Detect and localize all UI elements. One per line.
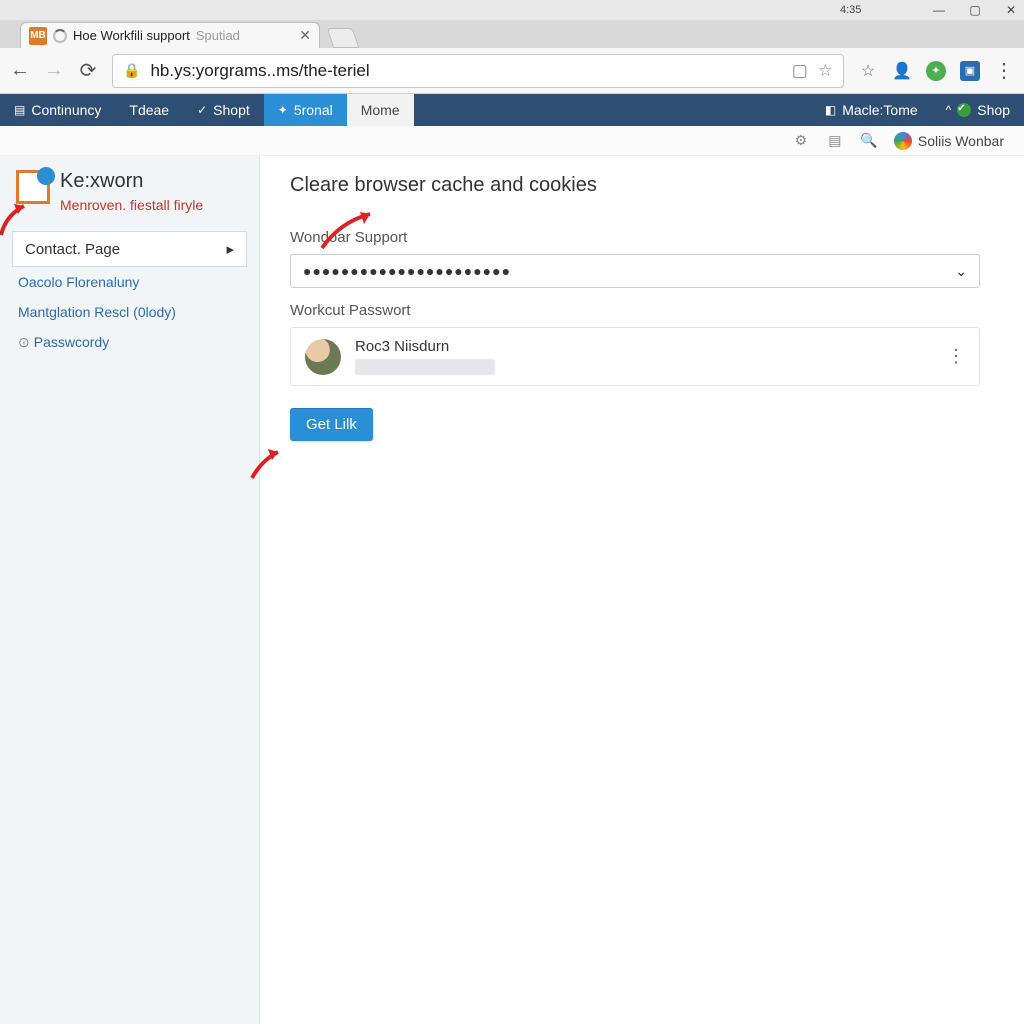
sidebar-link-oacolo[interactable]: Oacolo Florenaluny [0, 267, 259, 297]
tab-close-button[interactable]: ✕ [299, 27, 311, 44]
field-label-support: Wondoar Support [290, 229, 994, 246]
field-label-password: Workcut Passwort [290, 302, 994, 319]
nav-item-macletome[interactable]: ◧ Macle:Tome [811, 94, 932, 126]
browser-tab[interactable]: MB Hoe Workfili support Sputiad ✕ [20, 22, 320, 48]
check-icon: ✓ [197, 103, 207, 117]
main-content: Cleare browser cache and cookies Wondoar… [260, 156, 1024, 1024]
brand-logo-icon [16, 170, 50, 204]
chevron-right-icon: ▸ [226, 240, 234, 258]
gear-icon[interactable]: ⚙ [792, 132, 810, 150]
brand-title: Ke:xworn [60, 170, 203, 193]
avatar [305, 339, 341, 375]
bookmark-icon[interactable]: ☆ [858, 61, 878, 81]
user-card[interactable]: Roc3 Niisdurn ⋮ [290, 327, 980, 386]
nav-item-shop[interactable]: ^ ✔ Shop [932, 94, 1024, 126]
user-avatar-icon [894, 132, 912, 150]
sidebar-category-label: Contact. Page [25, 241, 120, 258]
nav-label: Mome [361, 102, 400, 118]
nav-label: Shopt [213, 102, 250, 118]
app-header: ⚙ ▤ 🔍 Soliis Wonbar [0, 126, 1024, 156]
sidebar-link-label: Passwcordy [34, 334, 109, 350]
tab-favicon: MB [29, 27, 47, 45]
nav-label: 5ronal [294, 102, 333, 118]
reload-button[interactable]: ⟳ [78, 58, 98, 83]
reader-icon[interactable]: ▢ [792, 61, 808, 81]
nav-item-sronal[interactable]: ✦ 5ronal [264, 94, 347, 126]
window-close-button[interactable]: ✕ [1004, 3, 1018, 17]
square-icon: ◧ [825, 103, 836, 117]
check-circle-icon: ✔ [957, 103, 971, 117]
sidebar-link-mantglation[interactable]: Mantglation Rescl (0lody) [0, 297, 259, 327]
loading-spinner-icon [53, 29, 67, 43]
square-icon: ▤ [14, 103, 25, 117]
brand-subtitle: Menroven. fiestall firyle [60, 197, 203, 213]
url-text: hb.ys:yorgrams..ms/the-teriel [150, 61, 369, 81]
browser-tabstrip: MB Hoe Workfili support Sputiad ✕ [0, 20, 1024, 48]
nav-item-continuncy[interactable]: ▤ Continuncy [0, 94, 115, 126]
sparkle-icon: ✦ [278, 103, 288, 117]
address-bar[interactable]: 🔒 hb.ys:yorgrams..ms/the-teriel ▢ ☆ [112, 54, 844, 88]
window-time: 4:35 [0, 4, 861, 16]
caret-icon: ^ [946, 103, 952, 117]
extension-blue-icon[interactable]: ▣ [960, 61, 980, 81]
bookmark-page-icon[interactable]: ☆ [818, 61, 833, 81]
forward-button[interactable]: → [44, 59, 64, 82]
card-name: Roc3 Niisdurn [355, 338, 495, 355]
get-link-button[interactable]: Get Lilk [290, 408, 373, 441]
nav-item-tdeae[interactable]: Tdeae [115, 94, 183, 126]
support-select[interactable]: ●●●●●●●●●●●●●●●●●●●●●● ⌄ [290, 254, 980, 288]
tab-title: Hoe Workfili support [73, 28, 190, 43]
window-titlebar: 4:35 — ▢ ✕ [0, 0, 1024, 20]
nav-label: Macle:Tome [842, 102, 917, 118]
card-redacted [355, 359, 495, 375]
brand-block: Ke:xworn Menroven. fiestall firyle [0, 166, 259, 231]
nav-label: Shop [977, 102, 1010, 118]
app-body: Ke:xworn Menroven. fiestall firyle Conta… [0, 156, 1024, 1024]
search-icon[interactable]: 🔍 [860, 132, 878, 150]
card-more-button[interactable]: ⋮ [947, 346, 965, 367]
page-title: Cleare browser cache and cookies [290, 174, 994, 197]
back-button[interactable]: ← [10, 59, 30, 82]
sidebar-category[interactable]: Contact. Page ▸ [12, 231, 247, 267]
app-navbar: ▤ Continuncy Tdeae ✓ Shopt ✦ 5ronal Mome… [0, 94, 1024, 126]
sidebar-link-password[interactable]: ⊙Passwcordy [0, 327, 259, 358]
browser-menu-button[interactable]: ⋮ [994, 58, 1014, 83]
tab-subtitle: Sputiad [196, 28, 240, 43]
user-name: Soliis Wonbar [918, 133, 1004, 149]
archive-icon[interactable]: ▤ [826, 132, 844, 150]
select-value: ●●●●●●●●●●●●●●●●●●●●●● [303, 263, 511, 279]
chevron-down-icon: ⌄ [955, 263, 967, 280]
nav-item-mome[interactable]: Mome [347, 94, 414, 126]
new-tab-button[interactable] [327, 28, 359, 48]
window-maximize-button[interactable]: ▢ [968, 3, 982, 17]
browser-toolbar: ← → ⟳ 🔒 hb.ys:yorgrams..ms/the-teriel ▢ … [0, 48, 1024, 94]
user-menu[interactable]: Soliis Wonbar [894, 132, 1004, 150]
lock-icon: 🔒 [123, 62, 140, 79]
window-minimize-button[interactable]: — [932, 3, 946, 17]
extension-green-icon[interactable]: ✦ [926, 61, 946, 81]
nav-label: Continuncy [31, 102, 101, 118]
nav-label: Tdeae [129, 102, 169, 118]
nav-item-shopt[interactable]: ✓ Shopt [183, 94, 264, 126]
extension-person-icon[interactable]: 👤 [892, 61, 912, 81]
sidebar: Ke:xworn Menroven. fiestall firyle Conta… [0, 156, 260, 1024]
at-icon: ⊙ [18, 334, 30, 350]
